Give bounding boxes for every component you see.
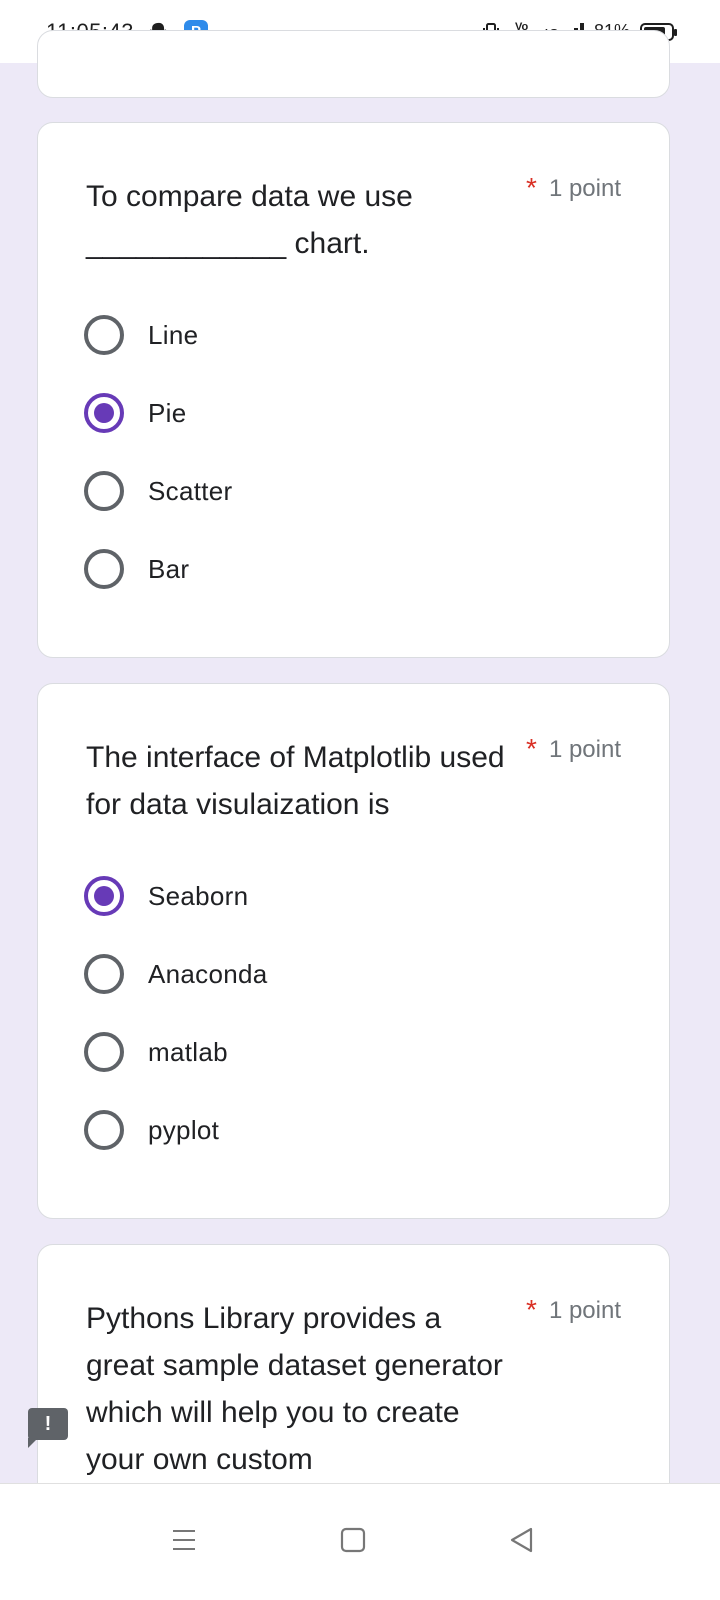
option-pie[interactable]: Pie xyxy=(84,374,624,452)
home-icon[interactable] xyxy=(333,1520,373,1560)
option-label: Scatter xyxy=(148,475,233,506)
option-label: pyplot xyxy=(148,1114,220,1145)
option-scatter[interactable]: Scatter xyxy=(84,452,624,530)
options-list: Seaborn Anaconda matlab pyplot xyxy=(84,857,624,1169)
option-label: Anaconda xyxy=(148,958,268,989)
points-label: 1 point xyxy=(548,1297,621,1324)
option-matlab[interactable]: matlab xyxy=(84,1013,624,1091)
radio-button[interactable] xyxy=(84,471,124,511)
radio-button[interactable] xyxy=(84,954,124,994)
radio-button[interactable] xyxy=(84,1032,124,1072)
points-label: 1 point xyxy=(548,175,621,202)
feedback-icon[interactable]: ! xyxy=(28,1408,68,1448)
question-title: Pythons Library provides a great sample … xyxy=(86,1302,503,1476)
option-label: Seaborn xyxy=(148,880,249,911)
points-label: 1 point xyxy=(548,736,621,763)
required-points: * 1 point xyxy=(526,1294,621,1325)
option-seaborn[interactable]: Seaborn xyxy=(84,857,624,935)
required-asterisk: * xyxy=(526,733,537,764)
option-label: Line xyxy=(148,319,199,350)
radio-button-selected[interactable] xyxy=(84,393,124,433)
option-pyplot[interactable]: pyplot xyxy=(84,1091,624,1169)
radio-button[interactable] xyxy=(84,1110,124,1150)
option-line[interactable]: Line xyxy=(84,296,624,374)
menu-icon[interactable] xyxy=(164,1520,204,1560)
required-points: * 1 point xyxy=(526,733,621,764)
back-icon[interactable] xyxy=(502,1520,542,1560)
radio-button-selected[interactable] xyxy=(84,876,124,916)
radio-button[interactable] xyxy=(84,315,124,355)
option-anaconda[interactable]: Anaconda xyxy=(84,935,624,1013)
question-title: To compare data we use ____________ char… xyxy=(86,180,413,260)
option-label: Pie xyxy=(148,397,187,428)
radio-button[interactable] xyxy=(84,549,124,589)
question-card: The interface of Matplotlib used for dat… xyxy=(37,683,670,1219)
navigation-bar xyxy=(0,1483,720,1600)
question-card: To compare data we use ____________ char… xyxy=(37,122,670,658)
required-points: * 1 point xyxy=(526,172,621,203)
required-asterisk: * xyxy=(526,172,537,203)
option-label: matlab xyxy=(148,1036,228,1067)
required-asterisk: * xyxy=(526,1294,537,1325)
previous-question-card xyxy=(37,30,670,98)
option-label: Bar xyxy=(148,553,190,584)
options-list: Line Pie Scatter Bar xyxy=(84,296,624,608)
option-bar[interactable]: Bar xyxy=(84,530,624,608)
question-title: The interface of Matplotlib used for dat… xyxy=(86,741,505,821)
